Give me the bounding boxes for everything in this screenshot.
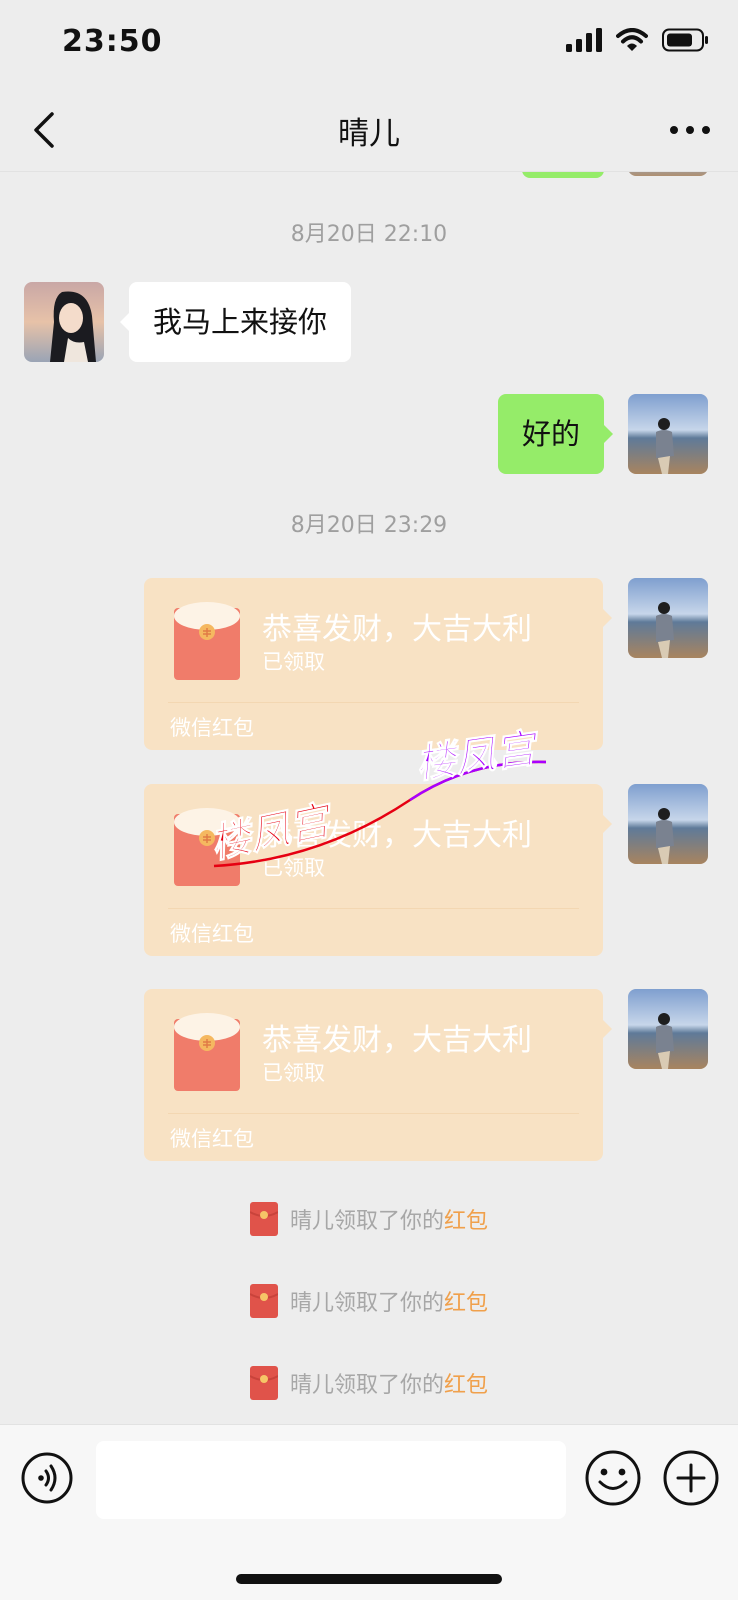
red-packet-title: 恭喜发财，大吉大利	[262, 1023, 532, 1058]
red-packet-small-icon	[249, 1202, 278, 1236]
plus-icon	[663, 1450, 719, 1506]
system-note: 晴儿领取了你的红包	[0, 1366, 738, 1400]
red-packet-status: 已领取	[262, 1061, 325, 1085]
ellipsis-icon	[670, 126, 710, 134]
system-note-text: 晴儿领取了你的	[289, 1209, 444, 1234]
status-time: 23:50	[62, 24, 163, 59]
system-note: 晴儿领取了你的红包	[0, 1202, 738, 1236]
system-note-text: 晴儿领取了你的	[289, 1373, 444, 1398]
red-packet-link[interactable]: 红包	[444, 1373, 488, 1398]
status-icons	[566, 28, 710, 52]
message-text: 好的	[521, 417, 580, 451]
emoji-button[interactable]	[584, 1449, 642, 1507]
signal-icon	[566, 28, 602, 52]
timestamp: 8月20日 23:29	[290, 513, 448, 538]
chat-area[interactable]: 8月20日 22:10 我马上来接你 好的 8月20日 23:29 恭喜发财，大…	[0, 172, 738, 1424]
system-note: 晴儿领取了你的红包	[0, 1284, 738, 1318]
status-bar: 23:50	[0, 0, 738, 88]
smiley-icon	[585, 1450, 641, 1506]
voice-icon	[21, 1452, 73, 1504]
my-avatar[interactable]	[628, 394, 708, 474]
red-packet-footer: 微信红包	[170, 716, 254, 740]
wifi-icon	[616, 28, 648, 51]
message-bubble-sent[interactable]: 好的	[497, 394, 613, 474]
red-packet-title: 恭喜发财，大吉大利	[262, 612, 532, 647]
red-packet-footer: 微信红包	[170, 1127, 254, 1151]
nav-bar: 晴儿	[0, 88, 738, 172]
contact-avatar[interactable]	[24, 282, 104, 362]
previous-message-bubble-partial	[522, 172, 604, 178]
message-text: 我马上来接你	[153, 305, 328, 339]
avatar-partial	[628, 172, 708, 176]
my-avatar[interactable]	[628, 784, 708, 864]
red-packet-link[interactable]: 红包	[444, 1291, 488, 1316]
red-packet-status: 已领取	[262, 650, 325, 674]
red-packet-status: 已领取	[262, 856, 325, 880]
voice-button[interactable]	[20, 1451, 74, 1505]
red-packet-small-icon	[249, 1366, 278, 1400]
red-packet-icon	[174, 602, 240, 680]
red-packet-icon	[174, 808, 240, 886]
more-button[interactable]	[666, 110, 714, 150]
my-avatar[interactable]	[628, 989, 708, 1069]
red-packet-link[interactable]: 红包	[444, 1209, 488, 1234]
input-bar	[0, 1424, 738, 1600]
red-packet-card[interactable]: 恭喜发财，大吉大利 已领取 微信红包	[144, 578, 612, 750]
red-packet-footer: 微信红包	[170, 922, 254, 946]
red-packet-title: 恭喜发财，大吉大利	[262, 818, 532, 853]
red-packet-icon	[174, 1013, 240, 1091]
home-indicator	[236, 1574, 502, 1584]
red-packet-card[interactable]: 恭喜发财，大吉大利 已领取 微信红包	[144, 784, 612, 956]
red-packet-small-icon	[249, 1284, 278, 1318]
chat-title: 晴儿	[338, 116, 400, 152]
my-avatar[interactable]	[628, 578, 708, 658]
plus-button[interactable]	[662, 1449, 720, 1507]
system-note-text: 晴儿领取了你的	[289, 1291, 444, 1316]
red-packet-card[interactable]: 恭喜发财，大吉大利 已领取 微信红包	[144, 989, 612, 1161]
message-bubble-received[interactable]: 我马上来接你	[120, 282, 352, 362]
message-input[interactable]	[96, 1441, 566, 1519]
battery-icon	[662, 28, 708, 52]
timestamp: 8月20日 22:10	[290, 222, 448, 247]
